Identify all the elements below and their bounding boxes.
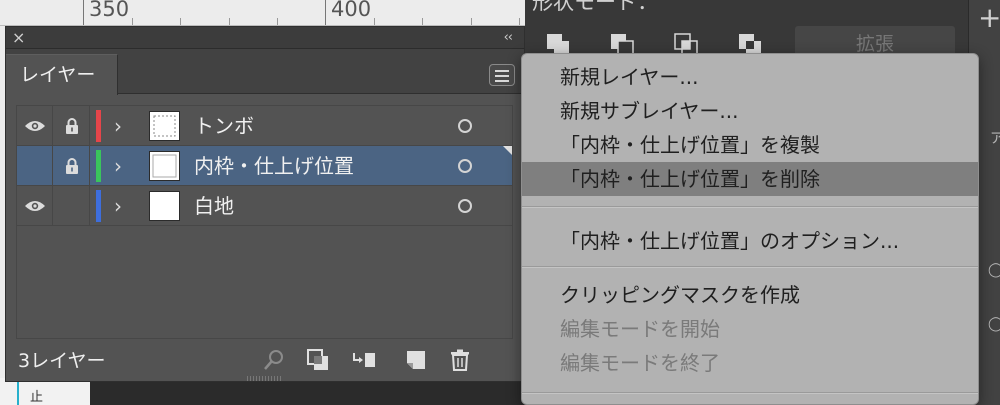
selection-indicator bbox=[503, 146, 512, 155]
document-guide-line bbox=[17, 380, 19, 405]
ruler-minor-tick bbox=[132, 18, 133, 25]
clipping-mask-icon[interactable] bbox=[306, 348, 330, 372]
lock-toggle[interactable] bbox=[54, 146, 90, 186]
layer-target-icon[interactable] bbox=[458, 199, 472, 213]
horizontal-ruler: 350 400 bbox=[0, 0, 525, 26]
layer-list: › トンボ › 内枠・仕上げ位置 › 白地 bbox=[16, 105, 513, 339]
clipped-panel-fragment: ◯ bbox=[988, 316, 1000, 332]
layer-name[interactable]: 内枠・仕上げ位置 bbox=[194, 146, 354, 186]
menu-item-exit-isolation-mode: 編集モードを終了 bbox=[560, 351, 720, 375]
clipped-panel-fragment: ア bbox=[990, 131, 1000, 147]
ruler-minor-tick bbox=[471, 18, 472, 25]
tab-layers[interactable]: レイヤー bbox=[6, 54, 118, 95]
layer-target-icon[interactable] bbox=[458, 159, 472, 173]
clipped-panel-fragment: ◯ bbox=[988, 262, 1000, 278]
new-sublayer-icon[interactable] bbox=[352, 348, 376, 372]
layer-row[interactable]: › トンボ bbox=[17, 106, 512, 146]
menu-item-new-sublayer[interactable]: 新規サブレイヤー... bbox=[522, 94, 978, 128]
panel-tab-bar: レイヤー bbox=[6, 49, 524, 95]
layer-target-icon[interactable] bbox=[458, 119, 472, 133]
layers-context-menu: 新規レイヤー... 新規サブレイヤー... 「内枠・仕上げ位置」を複製 「内枠・… bbox=[521, 53, 979, 405]
menu-separator bbox=[522, 206, 978, 208]
trash-icon[interactable] bbox=[448, 348, 472, 372]
ruler-minor-tick bbox=[180, 18, 181, 25]
visibility-toggle[interactable] bbox=[17, 146, 53, 186]
close-icon[interactable]: × bbox=[12, 28, 25, 48]
menu-separator bbox=[522, 392, 978, 394]
layer-thumbnail bbox=[149, 151, 180, 181]
eye-icon bbox=[24, 121, 45, 131]
layer-count: 3レイヤー bbox=[18, 350, 106, 372]
document-canvas[interactable] bbox=[0, 378, 90, 405]
layer-name[interactable]: トンボ bbox=[194, 106, 254, 146]
chevron-right-icon[interactable]: › bbox=[114, 146, 122, 186]
ruler-minor-tick bbox=[277, 18, 278, 25]
resize-grip[interactable] bbox=[247, 376, 283, 381]
ruler-label-400: 400 bbox=[331, 0, 372, 21]
layer-row[interactable]: › 白地 bbox=[17, 186, 512, 226]
visibility-toggle[interactable] bbox=[17, 186, 53, 226]
layer-color-bar bbox=[96, 110, 101, 142]
lock-toggle[interactable] bbox=[54, 106, 90, 146]
layer-color-bar bbox=[96, 190, 101, 222]
menu-item-make-clipping-mask[interactable]: クリッピングマスクを作成 bbox=[522, 278, 978, 312]
ruler-minor-tick bbox=[374, 18, 375, 25]
ruler-label-350: 350 bbox=[89, 0, 130, 21]
collapse-icon[interactable]: ‹‹ bbox=[504, 28, 513, 48]
layers-panel: × ‹‹ レイヤー › トンボ › 内枠・仕上げ位置 › 白地 3レイヤー bbox=[5, 26, 525, 382]
lock-toggle[interactable] bbox=[54, 186, 90, 226]
ruler-major-tick bbox=[325, 0, 326, 25]
layer-color-bar bbox=[96, 150, 101, 182]
ruler-minor-tick bbox=[229, 18, 230, 25]
panel-menu-button[interactable] bbox=[489, 64, 515, 86]
chevron-right-icon[interactable]: › bbox=[114, 186, 122, 226]
menu-item-enter-isolation-mode: 編集モードを開始 bbox=[560, 317, 720, 341]
layer-thumbnail bbox=[149, 111, 180, 141]
menu-item-layer-options[interactable]: 「内枠・仕上げ位置」のオプション... bbox=[522, 224, 978, 258]
new-layer-icon[interactable] bbox=[404, 348, 428, 372]
plus-icon[interactable]: + bbox=[978, 4, 1000, 32]
ruler-minor-tick bbox=[422, 18, 423, 25]
panel-titlebar[interactable]: × ‹‹ bbox=[6, 27, 524, 49]
eye-icon bbox=[24, 201, 45, 211]
layer-name[interactable]: 白地 bbox=[194, 186, 234, 226]
chevron-right-icon[interactable]: › bbox=[114, 106, 122, 146]
lock-icon bbox=[65, 117, 78, 134]
lock-icon bbox=[65, 157, 78, 174]
document-text-fragment: 止 bbox=[30, 390, 44, 405]
ruler-major-tick bbox=[83, 0, 84, 25]
layer-thumbnail bbox=[149, 191, 180, 221]
ruler-minor-tick bbox=[519, 18, 520, 25]
menu-item-delete-layer[interactable]: 「内枠・仕上げ位置」を削除 bbox=[522, 162, 978, 196]
menu-item-duplicate-layer[interactable]: 「内枠・仕上げ位置」を複製 bbox=[522, 128, 978, 162]
search-icon[interactable] bbox=[262, 348, 286, 372]
visibility-toggle[interactable] bbox=[17, 106, 53, 146]
menu-item-new-layer[interactable]: 新規レイヤー... bbox=[522, 60, 978, 94]
menu-separator bbox=[522, 266, 978, 268]
layer-row-selected[interactable]: › 内枠・仕上げ位置 bbox=[17, 146, 512, 186]
shape-mode-label: 形状モード： bbox=[532, 0, 658, 14]
